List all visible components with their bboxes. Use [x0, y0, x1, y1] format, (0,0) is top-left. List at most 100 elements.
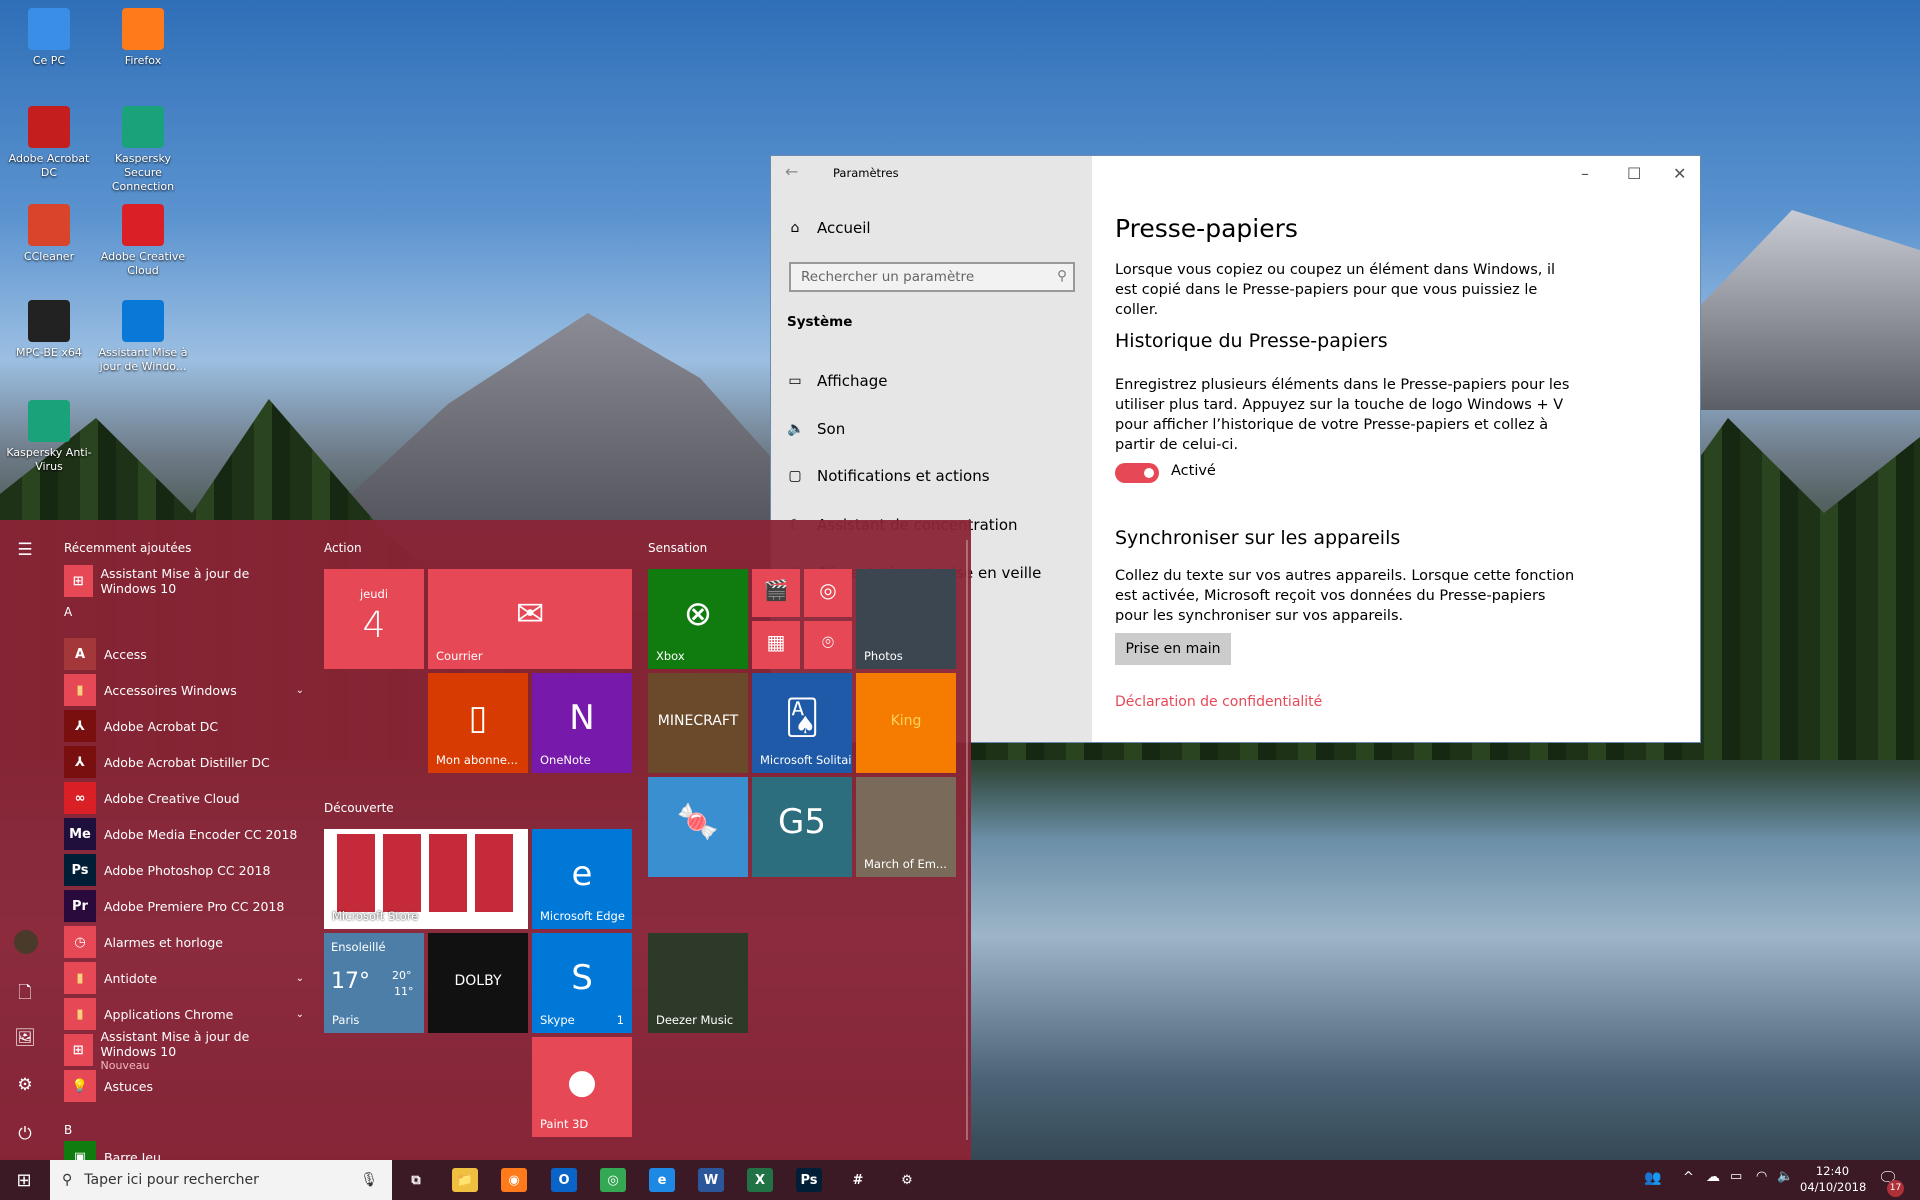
- app-list-item[interactable]: ▮ Applications Chrome ⌄: [64, 998, 304, 1030]
- tile-xbox[interactable]: ⊗ Xbox: [648, 569, 748, 669]
- chrome-icon[interactable]: ◎: [600, 1168, 626, 1192]
- slack-icon[interactable]: #: [845, 1168, 871, 1192]
- tile-minecraft[interactable]: MINECRAFT: [648, 673, 748, 773]
- app-list-item[interactable]: A Access: [64, 638, 304, 670]
- list-letter-header[interactable]: B: [64, 1123, 72, 1137]
- nav-home[interactable]: ⌂ Accueil: [787, 219, 871, 237]
- tile-edge[interactable]: e Microsoft Edge: [532, 829, 632, 929]
- desktop-icon[interactable]: Adobe Creative Cloud: [98, 204, 188, 278]
- tile-photos[interactable]: Photos: [856, 569, 956, 669]
- back-arrow-icon[interactable]: ←: [785, 162, 798, 181]
- tile-groove[interactable]: ◎: [804, 569, 852, 617]
- microphone-icon[interactable]: 🎙: [360, 1172, 378, 1188]
- desktop-icon[interactable]: Ce PC: [4, 8, 94, 68]
- clock[interactable]: 12:40 04/10/2018: [1800, 1163, 1866, 1195]
- tile-office[interactable]: ▯ Mon abonne...: [428, 673, 528, 773]
- onedrive-icon[interactable]: ☁: [1706, 1169, 1720, 1185]
- scrollbar[interactable]: [966, 540, 968, 1140]
- sync-title: Synchroniser sur les appareils: [1115, 527, 1401, 549]
- hamburger-menu-icon[interactable]: ☰: [14, 540, 36, 560]
- desktop-icon[interactable]: Adobe Acrobat DC: [4, 106, 94, 180]
- desktop-icon[interactable]: CCleaner: [4, 204, 94, 264]
- settings-search-input[interactable]: Rechercher un paramètre ⚲: [789, 262, 1075, 292]
- chevron-up-icon[interactable]: ^: [1683, 1170, 1694, 1185]
- privacy-link[interactable]: Déclaration de confidentialité: [1115, 694, 1322, 710]
- tile-deezer[interactable]: Deezer Music: [648, 933, 748, 1033]
- volume-icon[interactable]: 🔈: [1777, 1169, 1793, 1184]
- app-list-item[interactable]: ⊞ Assistant Mise à jour de Windows 10 Nouv…: [64, 1029, 304, 1072]
- taskbar-search-box[interactable]: ⚲ Taper ici pour rechercher 🎙: [50, 1160, 392, 1200]
- tile-label: Paris: [332, 1013, 360, 1027]
- people-icon[interactable]: 👥: [1644, 1170, 1661, 1186]
- firefox-icon[interactable]: ◉: [501, 1168, 527, 1192]
- list-letter-header[interactable]: A: [64, 605, 72, 619]
- tile-king[interactable]: King: [856, 673, 956, 773]
- pictures-icon[interactable]: 🖼: [14, 1028, 36, 1048]
- tile-g5[interactable]: G5: [752, 777, 852, 877]
- photoshop-icon[interactable]: Ps: [796, 1168, 822, 1192]
- power-icon[interactable]: ⏻: [14, 1124, 36, 1144]
- toggle-label: Activé: [1171, 463, 1216, 479]
- minimize-button[interactable]: –: [1581, 164, 1589, 183]
- app-list-item[interactable]: ▮ Accessoires Windows ⌄: [64, 674, 304, 706]
- app-list-item[interactable]: ◷ Alarmes et horloge: [64, 926, 304, 958]
- tile-candy[interactable]: 🍬: [648, 777, 748, 877]
- tile-movies[interactable]: 🎬: [752, 569, 800, 617]
- tile-calculator[interactable]: ▦: [752, 621, 800, 669]
- word-icon[interactable]: W: [698, 1168, 724, 1192]
- Pr-icon: Pr: [64, 890, 96, 922]
- app-list-item[interactable]: Me Adobe Media Encoder CC 2018: [64, 818, 304, 850]
- app-list-item[interactable]: Ps Adobe Photoshop CC 2018: [64, 854, 304, 886]
- tile-solitaire[interactable]: 🂡 Microsoft Solitaire Collection: [752, 673, 852, 773]
- history-toggle[interactable]: [1115, 463, 1159, 483]
- folder-icon: ▮: [64, 674, 96, 706]
- tile-store[interactable]: Microsoft Store: [324, 829, 528, 929]
- tile-mail[interactable]: ✉ Courrier: [428, 569, 632, 669]
- desktop-icon[interactable]: Kaspersky Secure Connection: [98, 106, 188, 194]
- settings-gear-icon[interactable]: ⚙: [14, 1075, 36, 1095]
- desktop-icon[interactable]: Assistant Mise à jour de Windo...: [98, 300, 188, 374]
- tile-paint3d[interactable]: ● Paint 3D: [532, 1037, 632, 1137]
- app-list-item[interactable]: Pr Adobe Premiere Pro CC 2018: [64, 890, 304, 922]
- app-name: Access: [104, 646, 147, 662]
- desktop-icon[interactable]: Firefox: [98, 8, 188, 68]
- edge-icon[interactable]: e: [649, 1168, 675, 1192]
- desktop-icon-label: MPC-BE x64: [16, 346, 82, 359]
- wifi-icon[interactable]: ◠: [1756, 1169, 1767, 1184]
- documents-icon[interactable]: 🗋: [14, 980, 36, 1009]
- start-button-windows-icon[interactable]: ⊞: [11, 1168, 37, 1192]
- weather-low: 11°: [394, 985, 414, 998]
- settings-icon[interactable]: ⚙: [894, 1168, 920, 1192]
- app-list-item-text: Access: [104, 647, 147, 662]
- tile-skype[interactable]: S Skype 1: [532, 933, 632, 1033]
- app-list-item[interactable]: ⅄ Adobe Acrobat Distiller DC: [64, 746, 304, 778]
- app-list-item[interactable]: ⅄ Adobe Acrobat DC: [64, 710, 304, 742]
- tile-dolby[interactable]: DOLBY: [428, 933, 528, 1033]
- tile-onenote[interactable]: N OneNote: [532, 673, 632, 773]
- maximize-button[interactable]: ☐: [1627, 164, 1641, 183]
- nav-sound[interactable]: 🔈 Son: [787, 420, 845, 438]
- tile-weather[interactable]: Ensoleillé 17° 20° 11° Paris: [324, 933, 424, 1033]
- nav-display[interactable]: ▭ Affichage: [787, 372, 887, 390]
- excel-icon[interactable]: X: [747, 1168, 773, 1192]
- app-list-item[interactable]: ▮ Antidote ⌄: [64, 962, 304, 994]
- app-list-item[interactable]: 💡 Astuces: [64, 1070, 304, 1102]
- tile-maps[interactable]: ⌾: [804, 621, 852, 669]
- app-list-item[interactable]: ⊞ Assistant Mise à jour de Windows 10: [64, 565, 304, 597]
- tile-calendar[interactable]: jeudi 4: [324, 569, 424, 669]
- app-list-item[interactable]: ∞ Adobe Creative Cloud: [64, 782, 304, 814]
- nav-notifications[interactable]: ▢ Notifications et actions: [787, 467, 989, 485]
- g5-icon: G5: [778, 802, 826, 843]
- desktop-icon[interactable]: MPC-BE x64: [4, 300, 94, 360]
- tile-march[interactable]: March of Em...: [856, 777, 956, 877]
- battery-icon[interactable]: ▭: [1730, 1169, 1742, 1184]
- get-started-button[interactable]: Prise en main: [1115, 633, 1231, 665]
- outlook-icon[interactable]: O: [551, 1168, 577, 1192]
- desktop-icon[interactable]: Kaspersky Anti-Virus: [4, 400, 94, 474]
- file-explorer-icon[interactable]: 📁: [452, 1168, 478, 1192]
- task-view-icon[interactable]: ⧉: [403, 1168, 429, 1192]
- solitaire-icon: 🂡: [784, 698, 820, 739]
- user-avatar[interactable]: [14, 930, 38, 954]
- close-button[interactable]: ✕: [1673, 164, 1686, 183]
- taskbar: ⊞ ⚲ Taper ici pour rechercher 🎙 ⧉ 📁 ◉ O ◎ e W X…: [0, 1160, 1920, 1200]
